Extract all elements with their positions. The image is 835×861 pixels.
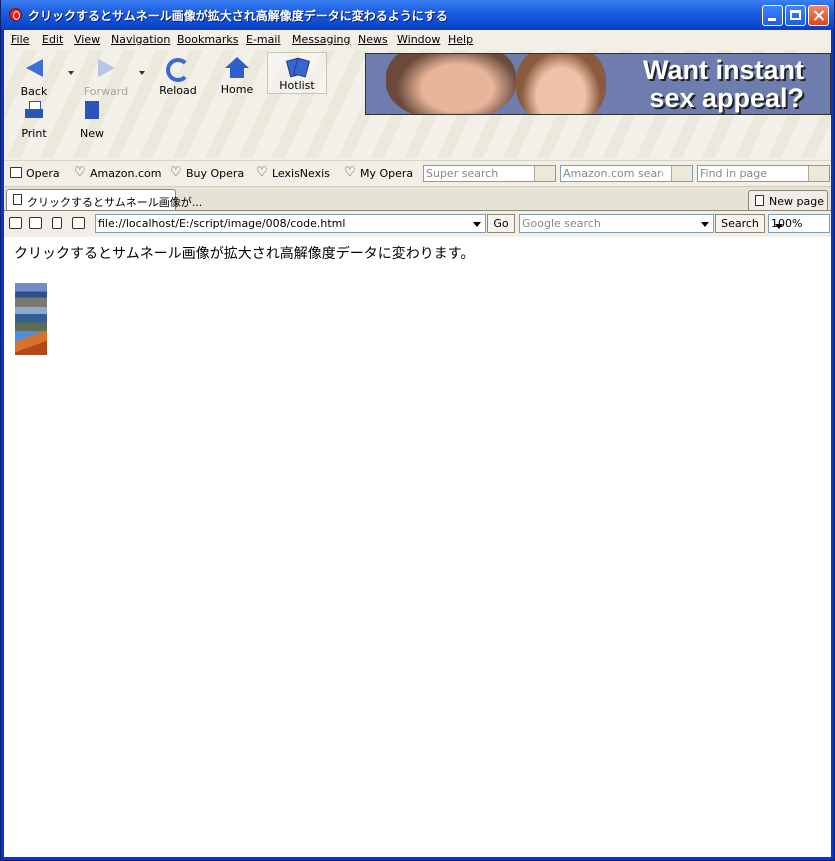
- bookmark-my-opera[interactable]: ♡ My Opera: [344, 165, 413, 180]
- new-page-tab-button[interactable]: New page: [748, 190, 828, 210]
- back-history-dropdown-icon[interactable]: [68, 71, 74, 75]
- menu-navigation[interactable]: Navigation: [111, 33, 170, 46]
- new-page-icon: [85, 101, 99, 119]
- thumbnail-coast[interactable]: [15, 283, 47, 307]
- heart-icon: ♡: [344, 165, 356, 180]
- window-title: クリックするとサムネール画像が拡大され高解像度データに変わるようにする: [28, 9, 448, 23]
- personal-bar: Opera ♡ Amazon.com ♡ Buy Opera ♡ LexisNe…: [4, 160, 831, 187]
- shopping-cart-icon[interactable]: [671, 166, 692, 181]
- zoom-select[interactable]: 100%: [768, 214, 830, 233]
- menu-messaging[interactable]: Messaging: [292, 33, 350, 46]
- search-engine-dropdown-icon[interactable]: [697, 215, 713, 232]
- back-button[interactable]: Back: [9, 55, 59, 98]
- address-bar: Go Search 100%: [4, 210, 831, 237]
- minimize-button[interactable]: [762, 5, 783, 26]
- main-toolbar: Back Forward Reload Home Hotlist Print N…: [4, 50, 831, 177]
- bookmark-amazon[interactable]: ♡ Amazon.com: [74, 165, 161, 180]
- thumbnail-sea[interactable]: [15, 307, 47, 331]
- printer-icon: [24, 101, 44, 121]
- thumbnail-desert[interactable]: [15, 331, 47, 355]
- ad-banner[interactable]: Want instant sex appeal?: [365, 53, 831, 115]
- find-in-page-input[interactable]: [700, 166, 800, 181]
- super-search-icon[interactable]: [534, 166, 555, 181]
- banner-headline: Want instant sex appeal?: [643, 55, 804, 113]
- hotlist-icon: [286, 57, 310, 78]
- google-search-field[interactable]: [519, 214, 714, 233]
- document-icon: [13, 194, 22, 205]
- camera-icon[interactable]: [29, 217, 42, 229]
- print-button[interactable]: Print: [9, 97, 59, 140]
- tab-bar: クリックするとサムネール画像が... New page: [4, 186, 831, 211]
- super-search-input[interactable]: [426, 166, 526, 181]
- maximize-button[interactable]: [785, 5, 806, 26]
- find-in-page-field[interactable]: [697, 165, 830, 182]
- home-button[interactable]: Home: [212, 55, 262, 96]
- back-arrow-icon: [25, 59, 43, 77]
- browser-chrome: File Edit View Navigation Bookmarks E-ma…: [4, 30, 831, 237]
- reload-button[interactable]: Reload: [153, 55, 203, 97]
- menu-view[interactable]: View: [74, 33, 100, 46]
- forward-button[interactable]: Forward: [81, 55, 131, 98]
- menu-news[interactable]: News: [358, 33, 388, 46]
- menu-file[interactable]: File: [11, 33, 29, 46]
- banner-photo-woman: [516, 54, 606, 114]
- browser-window: クリックするとサムネール画像が拡大され高解像度データに変わるようにする File…: [0, 0, 835, 861]
- menu-help[interactable]: Help: [448, 33, 473, 46]
- print-small-icon[interactable]: [72, 217, 85, 229]
- new-button[interactable]: New: [67, 97, 117, 140]
- menu-edit[interactable]: Edit: [42, 33, 63, 46]
- forward-history-dropdown-icon[interactable]: [139, 71, 145, 75]
- opera-logo-icon: [9, 8, 22, 21]
- url-history-dropdown-icon[interactable]: [469, 215, 485, 232]
- google-search-input[interactable]: [522, 216, 697, 231]
- bookmark-opera[interactable]: Opera: [10, 167, 60, 180]
- document-icon: [755, 195, 764, 206]
- magnifier-icon[interactable]: [808, 166, 829, 181]
- url-input[interactable]: [98, 216, 468, 231]
- go-button[interactable]: Go: [487, 214, 515, 233]
- close-button[interactable]: [808, 5, 829, 26]
- amazon-search-field[interactable]: [560, 165, 693, 182]
- search-button[interactable]: Search: [715, 214, 765, 233]
- menu-email[interactable]: E-mail: [246, 33, 281, 46]
- zoom-dropdown-icon[interactable]: [771, 217, 787, 234]
- page-text: クリックするとサムネール画像が拡大され高解像度データに変わります。: [14, 246, 475, 262]
- menu-bar: File Edit View Navigation Bookmarks E-ma…: [4, 30, 831, 50]
- bookmark-buy-opera[interactable]: ♡ Buy Opera: [170, 165, 244, 180]
- home-icon: [225, 57, 249, 79]
- bookmark-lexisnexis[interactable]: ♡ LexisNexis: [256, 165, 330, 180]
- banner-photo-man: [386, 54, 516, 114]
- heart-icon: ♡: [170, 165, 182, 180]
- security-lock-icon[interactable]: [9, 217, 22, 229]
- page-content: クリックするとサムネール画像が拡大され高解像度データに変わります。: [4, 237, 831, 857]
- heart-icon: ♡: [74, 165, 86, 180]
- amazon-search-input[interactable]: [563, 166, 663, 181]
- url-field[interactable]: [95, 214, 486, 233]
- page-info-icon[interactable]: [52, 217, 62, 229]
- super-search-field[interactable]: [423, 165, 556, 182]
- title-bar[interactable]: クリックするとサムネール画像が拡大され高解像度データに変わるようにする: [1, 0, 834, 30]
- tab-active-page[interactable]: クリックするとサムネール画像が...: [6, 189, 202, 210]
- folder-icon: [10, 167, 22, 178]
- heart-icon: ♡: [256, 165, 268, 180]
- forward-arrow-icon: [97, 59, 115, 77]
- reload-icon: [166, 58, 190, 82]
- menu-bookmarks[interactable]: Bookmarks: [177, 33, 238, 46]
- menu-window[interactable]: Window: [397, 33, 440, 46]
- hotlist-button[interactable]: Hotlist: [267, 52, 327, 94]
